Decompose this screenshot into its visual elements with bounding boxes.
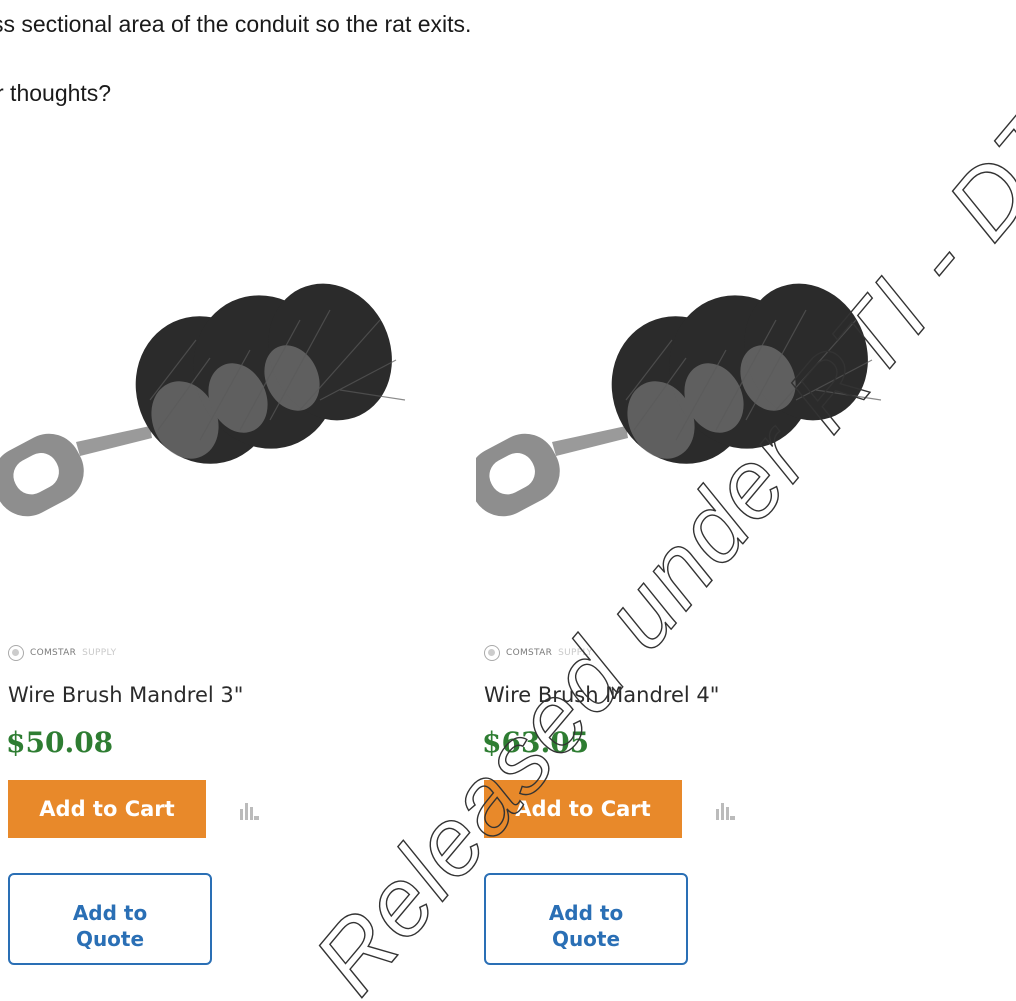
brand-name: COMSTAR <box>506 648 553 658</box>
body-text-line: r thoughts? <box>0 80 112 106</box>
product-card: COMSTAR SUPPLY Wire Brush Mandrel 4" $63… <box>468 280 882 1000</box>
product-image[interactable] <box>468 280 896 580</box>
product-price: $50.08 <box>6 726 114 759</box>
product-image[interactable] <box>0 280 420 580</box>
product-name[interactable]: Wire Brush Mandrel 4" <box>484 683 719 707</box>
brand-logo: COMSTAR SUPPLY <box>8 645 116 661</box>
brand-logo-icon <box>8 645 24 661</box>
brand-logo-icon <box>484 645 500 661</box>
wire-brush-illustration <box>468 283 882 517</box>
brand-suffix: SUPPLY <box>558 648 593 658</box>
product-price: $63.05 <box>482 726 590 759</box>
brand-logo: COMSTAR SUPPLY <box>484 645 592 661</box>
wire-brush-illustration <box>0 283 406 517</box>
product-name[interactable]: Wire Brush Mandrel 3" <box>8 683 243 707</box>
compare-icon[interactable] <box>714 800 736 822</box>
add-to-cart-button[interactable]: Add to Cart <box>8 780 206 838</box>
product-card: COMSTAR SUPPLY Wire Brush Mandrel 3" $50… <box>0 280 406 1000</box>
body-text-line: ss sectional area of the conduit so the … <box>0 11 472 37</box>
compare-icon[interactable] <box>238 800 260 822</box>
brand-suffix: SUPPLY <box>82 648 117 658</box>
add-to-quote-button[interactable]: Add to Quote <box>8 873 212 965</box>
add-to-cart-button[interactable]: Add to Cart <box>484 780 682 838</box>
add-to-quote-button[interactable]: Add to Quote <box>484 873 688 965</box>
brand-name: COMSTAR <box>30 648 77 658</box>
